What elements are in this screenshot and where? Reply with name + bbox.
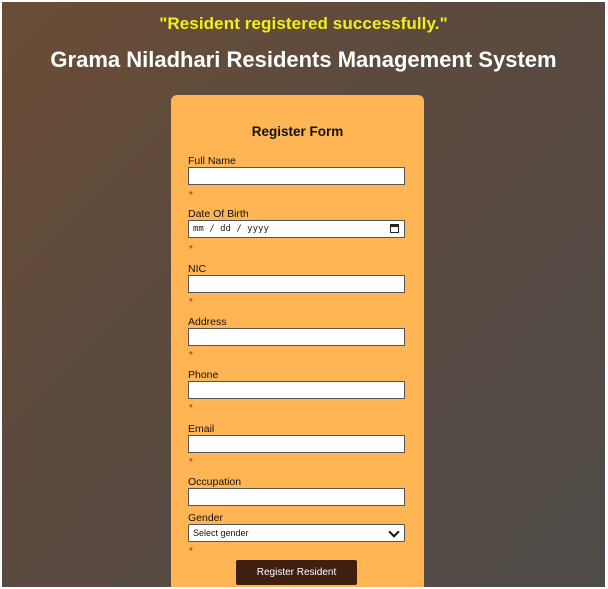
address-required-marker: *	[189, 350, 193, 361]
email-label: Email	[188, 423, 215, 435]
full-name-label: Full Name	[188, 155, 236, 167]
phone-label: Phone	[188, 369, 219, 381]
dob-label: Date Of Birth	[188, 208, 249, 220]
page-background: "Resident registered successfully." Gram…	[2, 2, 605, 587]
email-input[interactable]	[188, 435, 405, 453]
phone-required-marker: *	[189, 403, 193, 414]
occupation-label: Occupation	[188, 476, 242, 488]
success-message: "Resident registered successfully."	[159, 14, 448, 33]
gender-select[interactable]: Select gender	[188, 524, 405, 542]
nic-label: NIC	[188, 263, 207, 275]
form-title: Register Form	[251, 124, 344, 139]
full-name-input[interactable]	[188, 167, 405, 185]
nic-input[interactable]	[188, 275, 405, 293]
dob-required-marker: *	[189, 244, 193, 255]
gender-label: Gender	[188, 512, 224, 524]
phone-input[interactable]	[188, 381, 405, 399]
nic-required-marker: *	[189, 297, 193, 308]
full-name-required-marker: *	[189, 190, 193, 201]
chevron-down-icon	[388, 526, 400, 538]
gender-selected-value: Select gender	[193, 528, 249, 538]
dob-placeholder: mm / dd / yyyy	[193, 224, 269, 234]
calendar-icon[interactable]	[390, 224, 399, 233]
register-form-card: Register Form Full Name * Date Of Birth …	[171, 95, 424, 587]
address-label: Address	[188, 316, 227, 328]
dob-input[interactable]: mm / dd / yyyy	[188, 220, 405, 238]
register-resident-button[interactable]: Register Resident	[236, 560, 357, 585]
address-input[interactable]	[188, 328, 405, 346]
occupation-input[interactable]	[188, 488, 405, 506]
page-title: Grama Niladhari Residents Management Sys…	[50, 47, 557, 72]
gender-required-marker: *	[189, 546, 193, 557]
email-required-marker: *	[189, 457, 193, 468]
